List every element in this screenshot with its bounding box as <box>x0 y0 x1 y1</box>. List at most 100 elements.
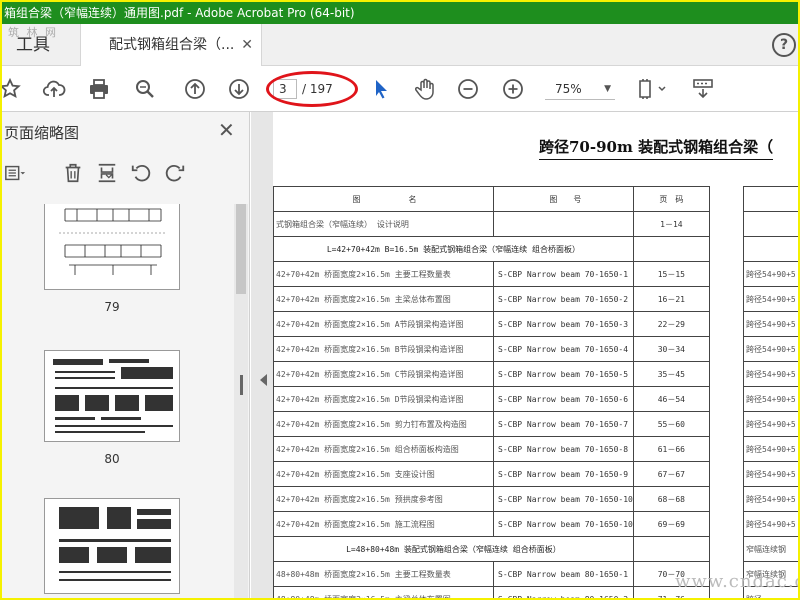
watermark-text: www.cndac.com <box>675 571 798 592</box>
search-icon[interactable] <box>131 75 159 103</box>
page-range-cell: 69－69 <box>632 511 710 537</box>
page-down-icon[interactable] <box>225 75 253 103</box>
drawing-name-cell: 42+70+42m 桥面宽度2×16.5m B节段钢梁构造详图 <box>273 336 494 362</box>
group-title: L=48+80+48m 装配式钢箱组合梁（窄幅连续 组合桥面板） <box>273 536 634 562</box>
drawing-code-cell: S-CBP Narrow beam 70-1650-1 <box>493 261 634 287</box>
table-cell: 跨径54+90+5 <box>743 261 798 287</box>
main-toolbar: 3 / 197 75% ▼ <box>2 66 798 112</box>
table-row <box>743 211 798 237</box>
zoom-in-icon[interactable] <box>499 75 527 103</box>
drawing-code-cell: S-CBP Narrow beam 70-1650-6 <box>493 386 634 412</box>
column-header: 页 码 <box>632 186 710 212</box>
table-cell <box>743 186 798 212</box>
page-range-cell: 16－21 <box>632 286 710 312</box>
keyboard-icon[interactable] <box>689 75 717 103</box>
drawing-name-cell: 42+70+42m 桥面宽度2×16.5m 预拱度参考图 <box>273 486 494 512</box>
drawing-name-cell: 48+80+48m 桥面宽度2×16.5m 主梁总体布置图 <box>273 586 494 598</box>
table-row: 42+70+42m 桥面宽度2×16.5m 组合桥面板构造图 S-CBP Narr… <box>273 436 710 462</box>
page-fit-icon[interactable] <box>634 75 670 103</box>
close-tab-icon[interactable]: ✕ <box>241 24 253 66</box>
tab-document-label: 配式钢箱组合梁（... <box>109 37 235 53</box>
drawing-name-cell: 式钢箱组合梁（窄幅连续） 设计说明 <box>273 211 494 237</box>
table-cell: 跨径54+90+5 <box>743 361 798 387</box>
document-heading: 跨径70-90m 装配式钢箱组合梁（ <box>539 136 774 160</box>
hand-icon[interactable] <box>411 75 439 103</box>
drawing-code-cell: S-CBP Narrow beam 70-1650-9 <box>493 461 634 487</box>
extract-pages-icon[interactable] <box>94 160 120 186</box>
table-row: 42+70+42m 桥面宽度2×16.5m 支座设计图 S-CBP Narrow … <box>273 461 710 487</box>
table-cell: 跨径54+90+5 <box>743 286 798 312</box>
thumbnails-panel: 页面缩略图 ✕ 79 80 <box>2 112 250 598</box>
table-row: 跨径54+90+5 <box>743 261 798 287</box>
panel-resize-handle[interactable] <box>240 375 243 395</box>
table-header-row: 图 名图 号页 码 <box>273 186 710 212</box>
delete-page-icon[interactable] <box>60 160 86 186</box>
table-row: 42+70+42m 桥面宽度2×16.5m 主梁总体布置图 S-CBP Narro… <box>273 286 710 312</box>
table-row: 42+70+42m 桥面宽度2×16.5m B节段钢梁构造详图 S-CBP Nar… <box>273 336 710 362</box>
table-cell: 跨径54+90+5 <box>743 511 798 537</box>
rotate-left-icon[interactable] <box>128 160 154 186</box>
thumbnails-title: 页面缩略图 <box>4 124 80 142</box>
thumbnail-page-81[interactable] <box>44 498 180 594</box>
page-up-icon[interactable] <box>181 75 209 103</box>
table-row: 48+80+48m 桥面宽度2×16.5m 主梁总体布置图S-CBP Narro… <box>273 586 710 598</box>
rotate-right-icon[interactable] <box>162 160 188 186</box>
zoom-out-icon[interactable] <box>454 75 482 103</box>
star-icon[interactable] <box>2 75 24 103</box>
table-cell: 跨径54+90+5 <box>743 411 798 437</box>
drawing-name-cell: 42+70+42m 桥面宽度2×16.5m 施工流程图 <box>273 511 494 537</box>
thumbnail-label: 79 <box>104 300 120 314</box>
drawing-name-cell: 42+70+42m 桥面宽度2×16.5m D节段钢梁构造详图 <box>273 386 494 412</box>
drawing-code-cell <box>493 211 634 237</box>
chevron-down-icon: ▼ <box>604 84 611 94</box>
drawing-index-table: 图 名图 号页 码式钢箱组合梁（窄幅连续） 设计说明 1－14 L=42+70+42… <box>273 186 710 598</box>
table-cell: 窄幅连续钢 <box>743 536 798 562</box>
table-cell: 跨径54+90+5 <box>743 336 798 362</box>
help-icon[interactable]: ? <box>772 33 796 57</box>
table-row: 42+70+42m 桥面宽度2×16.5m 主要工程数量表 S-CBP Narro… <box>273 261 710 287</box>
table-row: 跨径54+90+5 <box>743 411 798 437</box>
drawing-code-cell: S-CBP Narrow beam 70-1650-7 <box>493 411 634 437</box>
select-cursor-icon[interactable] <box>367 75 395 103</box>
thumbnail-label: 80 <box>104 452 120 466</box>
thumbnail-page-79[interactable] <box>44 204 180 290</box>
thumbnail-page-80[interactable] <box>44 350 180 442</box>
page-range-cell: 46－54 <box>632 386 710 412</box>
column-header: 图 号 <box>493 186 634 212</box>
drawing-code-cell: S-CBP Narrow beam 80-1650-1 <box>493 561 634 587</box>
table-row: 跨径54+90+5 <box>743 286 798 312</box>
drawing-name-cell: 42+70+42m 桥面宽度2×16.5m A节段钢梁构造详图 <box>273 311 494 337</box>
drawing-code-cell: S-CBP Narrow beam 70-1650-4 <box>493 336 634 362</box>
table-row: 窄幅连续钢 <box>743 536 798 562</box>
acrobat-window: 箱组合梁（窄幅连续）通用图.pdf - Adobe Acrobat Pro (6… <box>2 2 798 598</box>
table-row: 跨径54+90+5 <box>743 311 798 337</box>
thumbnail-options-icon[interactable] <box>2 160 28 186</box>
watermark-text: 筑 林 网 <box>8 26 58 39</box>
table-cell: 跨径54+90+5 <box>743 311 798 337</box>
highlight-ellipse <box>266 71 358 107</box>
drawing-name-cell: 42+70+42m 桥面宽度2×16.5m 支座设计图 <box>273 461 494 487</box>
tab-bar: 工具 筑 林 网 配式钢箱组合梁（... ✕ ? <box>2 24 798 66</box>
table-group-row: L=48+80+48m 装配式钢箱组合梁（窄幅连续 组合桥面板） <box>273 536 710 562</box>
drawing-index-table-right: 跨径54+90+5 跨径54+90+5 跨径54+90+5 跨径54+90+5 跨径54… <box>743 186 798 598</box>
table-cell <box>743 211 798 237</box>
table-row <box>743 236 798 262</box>
table-row: 跨径54+90+5 <box>743 436 798 462</box>
thumbnails-list: 79 80 <box>2 204 234 598</box>
close-panel-icon[interactable]: ✕ <box>218 118 235 142</box>
print-icon[interactable] <box>85 75 113 103</box>
drawing-code-cell: S-CBP Narrow beam 70-1650-5 <box>493 361 634 387</box>
collapse-panel-icon[interactable] <box>260 374 267 386</box>
zoom-value: 75% <box>555 82 582 96</box>
upload-cloud-icon[interactable] <box>40 75 68 103</box>
table-row: 跨径54+90+5 <box>743 486 798 512</box>
table-row: 42+70+42m 桥面宽度2×16.5m 剪力钉布置及构造图 S-CBP Nar… <box>273 411 710 437</box>
page-range-cell: 61－66 <box>632 436 710 462</box>
zoom-select[interactable]: 75% ▼ <box>545 78 615 100</box>
table-row: 42+70+42m 桥面宽度2×16.5m A节段钢梁构造详图 S-CBP Nar… <box>273 311 710 337</box>
scrollbar-thumb[interactable] <box>236 204 246 294</box>
table-cell: 跨径54+90+5 <box>743 486 798 512</box>
tab-document[interactable]: 配式钢箱组合梁（... ✕ <box>80 24 262 66</box>
thumbnails-scrollbar[interactable] <box>234 204 248 598</box>
drawing-code-cell: S-CBP Narrow beam 70-1650-10 <box>493 511 634 537</box>
